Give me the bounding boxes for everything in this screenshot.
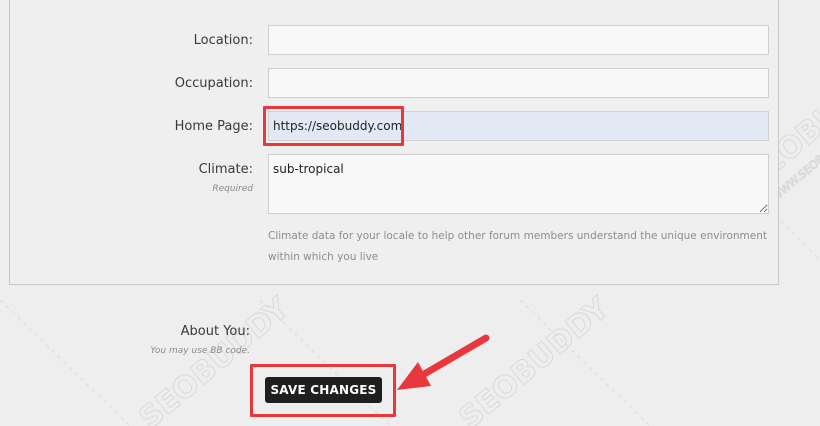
- homepage-label: Home Page:: [174, 119, 253, 134]
- climate-hint: Climate data for your locale to help oth…: [268, 230, 767, 263]
- occupation-label: Occupation:: [174, 76, 253, 91]
- location-input[interactable]: [268, 25, 769, 55]
- watermark-5: SEOBUDDY: [452, 290, 618, 426]
- about-label: About You:: [180, 324, 250, 339]
- occupation-input[interactable]: [268, 68, 769, 98]
- climate-required-note: Required: [212, 184, 253, 194]
- svg-text:SEOBUDDY: SEOBUDDY: [453, 290, 618, 426]
- climate-label: Climate:: [198, 162, 253, 177]
- location-label: Location:: [193, 33, 253, 48]
- about-hint: You may use BB code.: [150, 346, 250, 356]
- save-changes-button[interactable]: SAVE CHANGES: [265, 377, 382, 403]
- climate-textarea[interactable]: sub-tropical: [268, 154, 769, 214]
- homepage-highlight: [263, 106, 404, 146]
